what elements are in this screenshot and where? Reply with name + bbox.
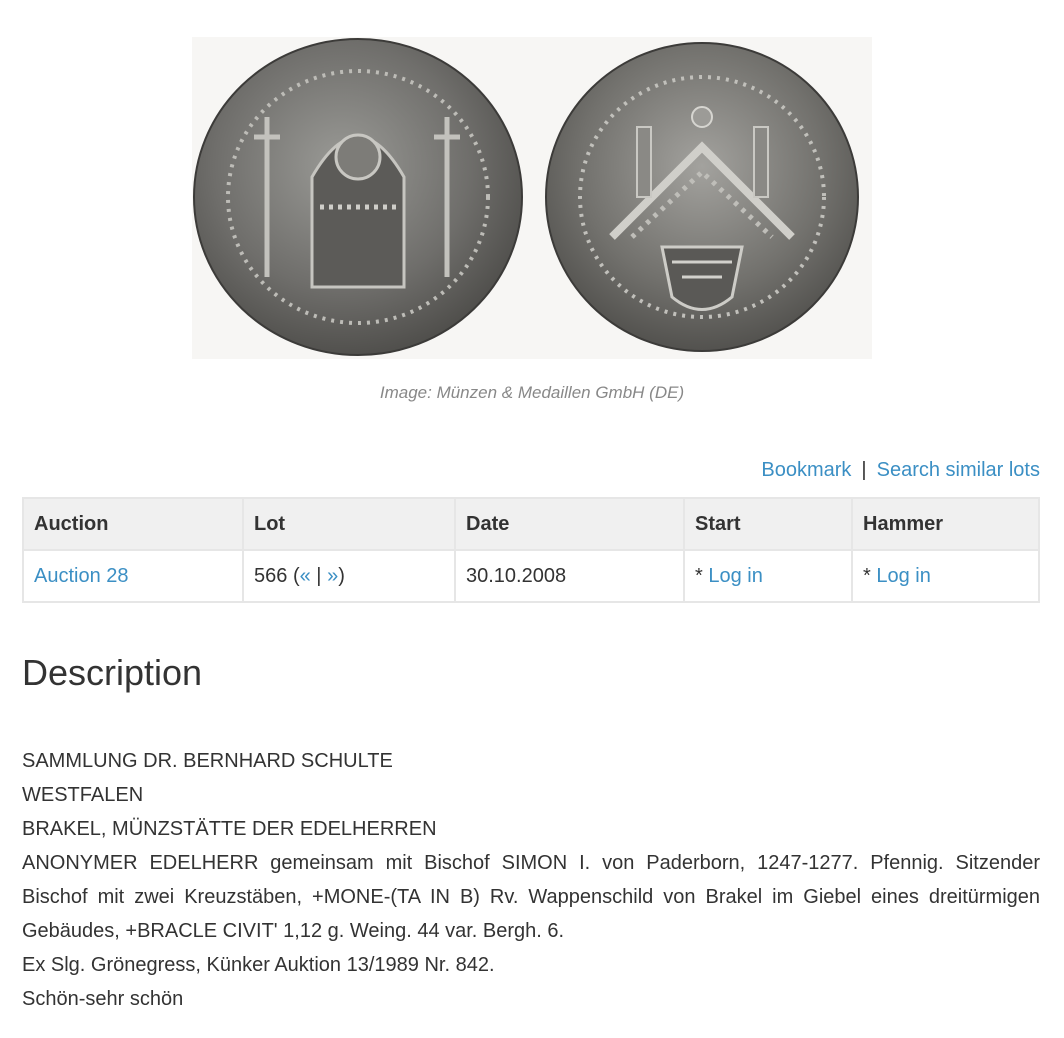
table-row: Auction 28 566 (« | ») 30.10.2008 * Log … (22, 549, 1040, 603)
cell-date: 30.10.2008 (454, 549, 685, 603)
search-similar-lots-link[interactable]: Search similar lots (877, 459, 1040, 481)
actions-separator: | (861, 459, 867, 481)
lot-actions: Bookmark | Search similar lots (761, 459, 1040, 482)
cell-hammer: * Log in (851, 549, 1040, 603)
start-login-link[interactable]: Log in (708, 565, 763, 587)
description-body: SAMMLUNG DR. BERNHARD SCHULTE WESTFALEN … (22, 744, 1040, 1016)
coin-reverse (545, 42, 859, 352)
description-grade: Schön-sehr schön (22, 988, 184, 1010)
lot-paren-close: ) (338, 564, 345, 587)
description-line: WESTFALEN (22, 784, 144, 806)
bookmark-link[interactable]: Bookmark (761, 459, 851, 481)
header-lot: Lot (242, 497, 456, 551)
lot-nav-separator: | (316, 564, 322, 587)
previous-lot-link[interactable]: « (300, 565, 311, 587)
cell-auction: Auction 28 (22, 549, 244, 603)
lot-number: 566 (254, 564, 288, 587)
header-hammer: Hammer (851, 497, 1040, 551)
next-lot-link[interactable]: » (327, 565, 338, 587)
lot-info-table: Auction Lot Date Start Hammer Auction 28… (22, 497, 1040, 603)
coin-obverse (193, 38, 523, 356)
description-paragraph: ANONYMER EDELHERR gemeinsam mit Bischof … (22, 852, 1040, 942)
description-heading: Description (22, 652, 203, 693)
coin-image (192, 37, 872, 359)
description-line: SAMMLUNG DR. BERNHARD SCHULTE (22, 750, 393, 772)
cell-lot: 566 (« | ») (242, 549, 456, 603)
image-caption: Image: Münzen & Medaillen GmbH (DE) (379, 383, 685, 402)
header-start: Start (683, 497, 853, 551)
table-header-row: Auction Lot Date Start Hammer (22, 497, 1040, 551)
hammer-asterisk: * (863, 564, 877, 587)
auction-link[interactable]: Auction 28 (34, 565, 129, 587)
description-line: Ex Slg. Grönegress, Künker Auktion 13/19… (22, 954, 495, 976)
header-date: Date (454, 497, 685, 551)
lot-paren-open: ( (292, 564, 300, 587)
start-asterisk: * (695, 564, 709, 587)
header-auction: Auction (22, 497, 244, 551)
cell-start: * Log in (683, 549, 853, 603)
description-line: BRAKEL, MÜNZSTÄTTE DER EDELHERREN (22, 818, 437, 840)
hammer-login-link[interactable]: Log in (876, 565, 931, 587)
